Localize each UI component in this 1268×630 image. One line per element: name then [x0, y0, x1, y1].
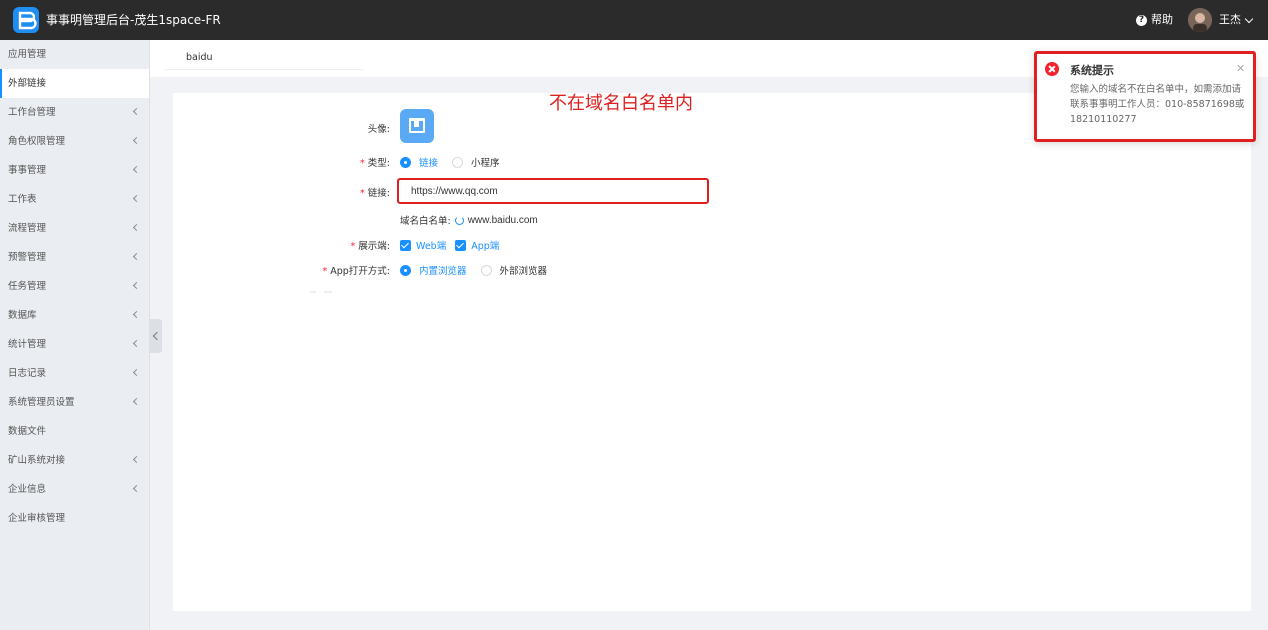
sidebar-item-affairs[interactable]: 事事管理 — [0, 156, 149, 185]
sidebar-item-mine-integration[interactable]: 矿山系统对接 — [0, 446, 149, 475]
app-logo-icon[interactable] — [12, 6, 40, 34]
app-title: 事事明管理后台-茂生1space-FR — [46, 13, 221, 27]
annotation-text: 不在域名白名单内 — [549, 93, 693, 114]
sidebar-item-external-links[interactable]: 外部链接 — [0, 69, 149, 98]
sidebar-item-roles[interactable]: 角色权限管理 — [0, 127, 149, 156]
chevron-left-icon — [132, 165, 141, 174]
sidebar-item-statistics[interactable]: 统计管理 — [0, 330, 149, 359]
display-option-web[interactable]: Web端 — [416, 238, 446, 252]
sidebar-item-app-management[interactable]: 应用管理 — [0, 40, 149, 69]
chevron-left-icon — [132, 339, 141, 348]
display-label: * 展示端: — [350, 241, 390, 252]
type-label: * 类型: — [360, 158, 390, 169]
display-checkbox-group: Web端 App端 — [400, 238, 508, 252]
faded-form-row — [310, 291, 510, 293]
question-circle-icon: ? — [1136, 14, 1147, 26]
chevron-down-icon — [1244, 14, 1254, 23]
system-notification: 系统提示 ✕ 您输入的域名不在白名单中，如需添加请联系事事明工作人员：010-8… — [1034, 51, 1256, 142]
sidebar-item-workbench[interactable]: 工作台管理 — [0, 98, 149, 127]
close-icon[interactable]: ✕ — [1236, 62, 1245, 75]
link-input-wrapper — [397, 178, 709, 204]
sidebar-item-tasks[interactable]: 任务管理 — [0, 272, 149, 301]
chevron-left-icon — [132, 455, 141, 464]
open-mode-label: * App打开方式: — [322, 266, 390, 277]
chevron-left-icon — [132, 397, 141, 406]
refresh-icon[interactable] — [454, 215, 464, 225]
type-option-link[interactable]: 链接 — [419, 155, 438, 169]
sidebar-item-worksheet[interactable]: 工作表 — [0, 185, 149, 214]
type-radio-link[interactable] — [400, 156, 411, 168]
chevron-left-icon — [132, 368, 141, 377]
sidebar-item-database[interactable]: 数据库 — [0, 301, 149, 330]
book-icon — [409, 118, 425, 133]
error-circle-icon — [1045, 62, 1059, 76]
avatar-upload[interactable] — [400, 109, 434, 143]
chevron-left-icon — [132, 310, 141, 319]
chevron-left-icon — [132, 107, 141, 116]
notification-message: 您输入的域名不在白名单中，如需添加请联系事事明工作人员：010-85871698… — [1070, 84, 1245, 125]
sidebar-item-process[interactable]: 流程管理 — [0, 214, 149, 243]
link-input[interactable] — [399, 180, 707, 202]
chevron-left-icon — [132, 484, 141, 493]
open-mode-radio-builtin[interactable] — [400, 264, 411, 276]
user-menu[interactable]: 王杰 — [1219, 0, 1254, 40]
tab-divider — [164, 69, 364, 70]
chevron-left-icon — [132, 281, 141, 290]
sidebar-item-data-files[interactable]: 数据文件 — [0, 417, 149, 446]
display-option-app[interactable]: App端 — [471, 238, 499, 252]
type-radio-group: 链接 小程序 — [400, 155, 514, 169]
type-radio-miniprogram[interactable] — [452, 156, 464, 168]
form-panel: 头像: *类型: 链接 小程序 *链接: 域名白名单: www.baidu.co… — [173, 93, 1251, 611]
sidebar-item-company-info[interactable]: 企业信息 — [0, 475, 149, 504]
user-avatar-icon — [1188, 8, 1212, 32]
whitelist-label: 域名白名单: — [400, 216, 451, 227]
sidebar-item-company-review[interactable]: 企业审核管理 — [0, 504, 149, 533]
help-button[interactable]: ? 帮助 — [1136, 0, 1173, 40]
avatar-label: 头像: — [367, 124, 390, 135]
sidebar-item-alerts[interactable]: 预警管理 — [0, 243, 149, 272]
notification-title: 系统提示 — [1070, 64, 1114, 77]
open-mode-radio-external[interactable] — [480, 264, 492, 276]
help-label: 帮助 — [1151, 13, 1173, 26]
display-checkbox-web[interactable] — [400, 239, 411, 251]
domain-whitelist: 域名白名单: www.baidu.com — [400, 213, 538, 228]
user-name: 王杰 — [1219, 13, 1241, 26]
whitelist-value: www.baidu.com — [467, 214, 538, 226]
open-mode-option-external[interactable]: 外部浏览器 — [500, 263, 548, 277]
avatar[interactable] — [1188, 8, 1212, 32]
chevron-left-icon — [132, 252, 141, 261]
open-mode-radio-group: 内置浏览器 外部浏览器 — [400, 263, 561, 277]
sidebar-collapse-button[interactable] — [150, 319, 162, 353]
link-label: * 链接: — [360, 188, 390, 199]
sidebar-item-logs[interactable]: 日志记录 — [0, 359, 149, 388]
sidebar: 应用管理 外部链接 工作台管理 角色权限管理 事事管理 工作表 流程管理 预警管… — [0, 40, 150, 630]
sidebar-item-admin-settings[interactable]: 系统管理员设置 — [0, 388, 149, 417]
chevron-left-icon — [132, 223, 141, 232]
open-mode-option-builtin[interactable]: 内置浏览器 — [419, 263, 467, 277]
top-navigation-bar: 事事明管理后台-茂生1space-FR ? 帮助 王杰 — [0, 0, 1268, 40]
chevron-left-icon — [132, 194, 141, 203]
tab-baidu[interactable]: baidu — [186, 52, 213, 63]
type-option-miniprogram[interactable]: 小程序 — [471, 155, 500, 169]
chevron-left-icon — [132, 136, 141, 145]
display-checkbox-app[interactable] — [455, 239, 467, 251]
